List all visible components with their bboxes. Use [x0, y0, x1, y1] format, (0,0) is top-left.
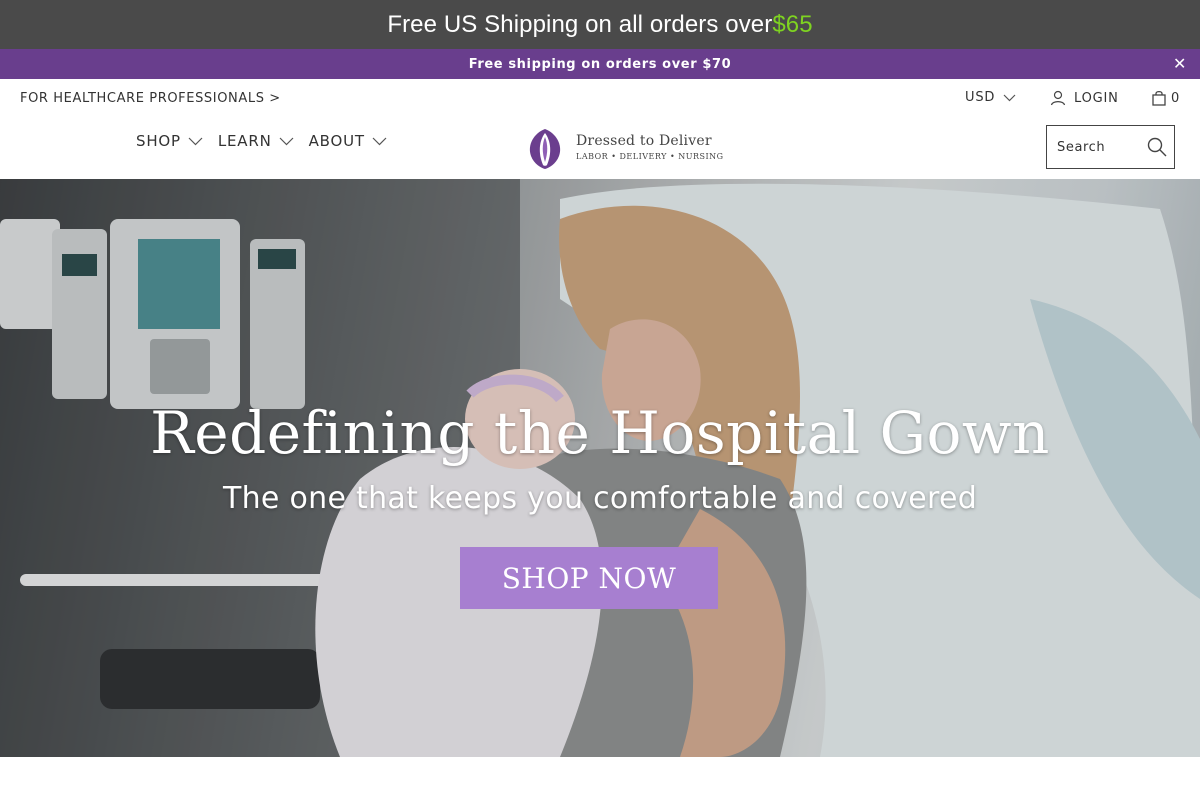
hero-title: Redefining the Hospital Gown: [150, 399, 1050, 467]
cart-count: 0: [1171, 90, 1181, 106]
close-icon[interactable]: ✕: [1172, 55, 1188, 73]
login-link[interactable]: LOGIN: [1050, 90, 1119, 106]
nav-item-label: LEARN: [217, 132, 272, 150]
main-nav: SHOP LEARN ABOUT: [136, 132, 402, 150]
announcement-bar: Free US Shipping on all orders over $65: [0, 0, 1200, 49]
search-button[interactable]: [1147, 137, 1167, 157]
search-box: [1046, 125, 1175, 169]
chevron-down-icon: [1003, 94, 1016, 101]
nav-item-label: SHOP: [136, 132, 181, 150]
promo-banner: Free shipping on orders over $70 ✕: [0, 49, 1200, 79]
currency-label: USD: [965, 90, 996, 105]
nav-item-label: ABOUT: [308, 132, 365, 150]
shopping-bag-icon: [1152, 90, 1166, 106]
chevron-down-icon: [188, 137, 203, 145]
site-logo[interactable]: Dressed to Deliver LABOR • DELIVERY • NU…: [522, 125, 724, 171]
logo-text: Dressed to Deliver LABOR • DELIVERY • NU…: [576, 134, 724, 161]
tulip-logo-icon: [529, 129, 561, 169]
hero-subtitle: The one that keeps you comfortable and c…: [222, 481, 978, 516]
hero-banner: Redefining the Hospital Gown The one tha…: [0, 179, 1200, 757]
nav-item-shop[interactable]: SHOP: [136, 132, 203, 150]
announcement-text: Free US Shipping on all orders over: [387, 10, 773, 38]
currency-selector[interactable]: USD: [965, 90, 1016, 105]
healthcare-professionals-link[interactable]: FOR HEALTHCARE PROFESSIONALS >: [20, 91, 281, 106]
promo-text: Free shipping on orders over $70: [468, 56, 732, 72]
announcement-amount: $65: [772, 10, 813, 38]
login-label: LOGIN: [1074, 90, 1119, 106]
logo-tagline: LABOR • DELIVERY • NURSING: [576, 151, 724, 161]
chevron-down-icon: [372, 137, 387, 145]
nav-item-about[interactable]: ABOUT: [309, 132, 387, 150]
shop-now-button[interactable]: SHOP NOW: [460, 547, 718, 609]
cart-link[interactable]: 0: [1152, 90, 1180, 106]
chevron-down-icon: [279, 137, 294, 145]
nav-item-learn[interactable]: LEARN: [218, 132, 294, 150]
search-icon: [1147, 137, 1167, 157]
user-icon: [1050, 90, 1066, 106]
site-header: FOR HEALTHCARE PROFESSIONALS > USD LOGIN…: [0, 79, 1200, 179]
hero-overlay: [0, 179, 1200, 757]
logo-name: Dressed to Deliver: [576, 133, 712, 150]
search-input[interactable]: [1057, 139, 1143, 155]
